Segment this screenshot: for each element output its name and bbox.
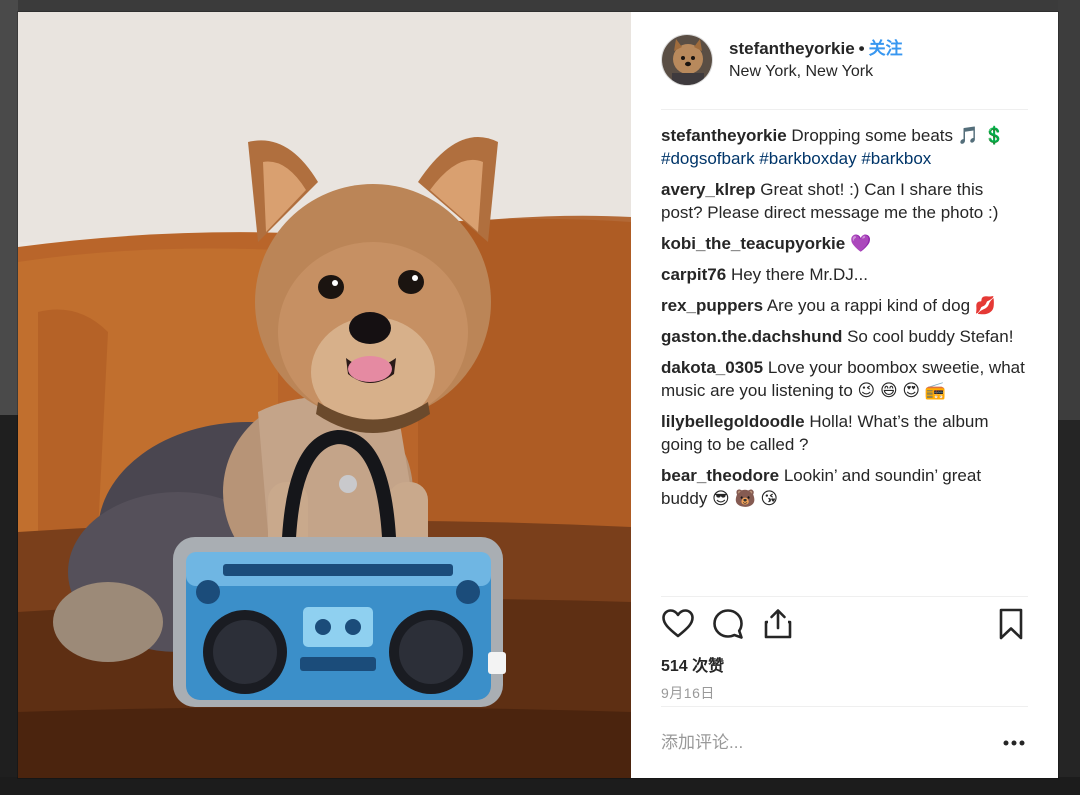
post-actions: 514 次赞 9月16日 <box>661 596 1028 706</box>
action-icon-row <box>661 607 1028 641</box>
comment-author[interactable]: rex_puppers <box>661 296 763 315</box>
heart-icon[interactable] <box>661 607 695 641</box>
comment-text: Hey there Mr.DJ... <box>730 265 868 284</box>
caption-text: Dropping some beats 🎵 💲 <box>791 126 1005 145</box>
comment-text: 💜 <box>849 234 872 253</box>
likes-count[interactable]: 514 次赞 <box>661 652 724 676</box>
backdrop-bottom-strip <box>0 777 1080 795</box>
comment-author[interactable]: kobi_the_teacupyorkie <box>661 234 845 253</box>
post-sidebar: stefantheyorkie • 关注 New York, New York st… <box>631 12 1058 778</box>
post-modal: stefantheyorkie • 关注 New York, New York st… <box>18 12 1058 778</box>
caption: stefantheyorkie Dropping some beats 🎵 💲 … <box>661 124 1029 170</box>
add-comment-bar <box>661 706 1028 778</box>
post-header: stefantheyorkie • 关注 New York, New York <box>661 34 1028 110</box>
comment-item: dakota_0305 Love your boombox sweetie, w… <box>661 356 1029 402</box>
comment-author[interactable]: bear_theodore <box>661 466 779 485</box>
backdrop-top-strip <box>0 0 1080 12</box>
bookmark-icon[interactable] <box>994 607 1028 641</box>
avatar-image <box>662 35 712 85</box>
caption-author[interactable]: stefantheyorkie <box>661 126 787 145</box>
comment-author[interactable]: dakota_0305 <box>661 358 763 377</box>
separator-dot: • <box>858 39 865 58</box>
comment-text: So cool buddy Stefan! <box>847 327 1014 346</box>
comment-author[interactable]: avery_klrep <box>661 180 756 199</box>
follow-button[interactable]: 关注 <box>869 39 903 58</box>
post-photo[interactable] <box>18 12 631 778</box>
avatar[interactable] <box>661 34 713 86</box>
header-text: stefantheyorkie • 关注 New York, New York <box>729 38 903 83</box>
caption-hashtags[interactable]: #dogsofbark #barkboxday #barkbox <box>661 149 931 168</box>
comment-text: Are you a rappi kind of dog 💋 <box>766 296 996 315</box>
username-link[interactable]: stefantheyorkie <box>729 39 855 58</box>
comment-input[interactable] <box>661 731 971 755</box>
comment-item: kobi_the_teacupyorkie 💜 <box>661 232 1029 255</box>
comment-bubble-icon[interactable] <box>711 607 745 641</box>
backdrop-right-lower <box>1058 420 1080 795</box>
comment-item: lilybellegoldoodle Holla! What’s the alb… <box>661 410 1029 456</box>
more-dots-icon[interactable] <box>1000 729 1028 757</box>
comment-list[interactable]: stefantheyorkie Dropping some beats 🎵 💲 … <box>661 124 1029 596</box>
comment-author[interactable]: carpit76 <box>661 265 726 284</box>
post-date: 9月16日 <box>661 685 715 701</box>
share-upload-icon[interactable] <box>761 607 795 641</box>
comment-author[interactable]: gaston.the.dachshund <box>661 327 842 346</box>
comment-item: avery_klrep Great shot! :) Can I share t… <box>661 178 1029 224</box>
comment-item: gaston.the.dachshund So cool buddy Stefa… <box>661 325 1029 348</box>
comment-item: bear_theodore Lookin’ and soundin’ great… <box>661 464 1029 510</box>
header-line: stefantheyorkie • 关注 <box>729 38 903 60</box>
yorkie-boombox-photo <box>18 12 631 778</box>
location-link[interactable]: New York, New York <box>729 61 903 83</box>
comment-item: rex_puppers Are you a rappi kind of dog … <box>661 294 1029 317</box>
backdrop-left-lower <box>0 415 18 795</box>
comment-item: carpit76 Hey there Mr.DJ... <box>661 263 1029 286</box>
comment-author[interactable]: lilybellegoldoodle <box>661 412 805 431</box>
